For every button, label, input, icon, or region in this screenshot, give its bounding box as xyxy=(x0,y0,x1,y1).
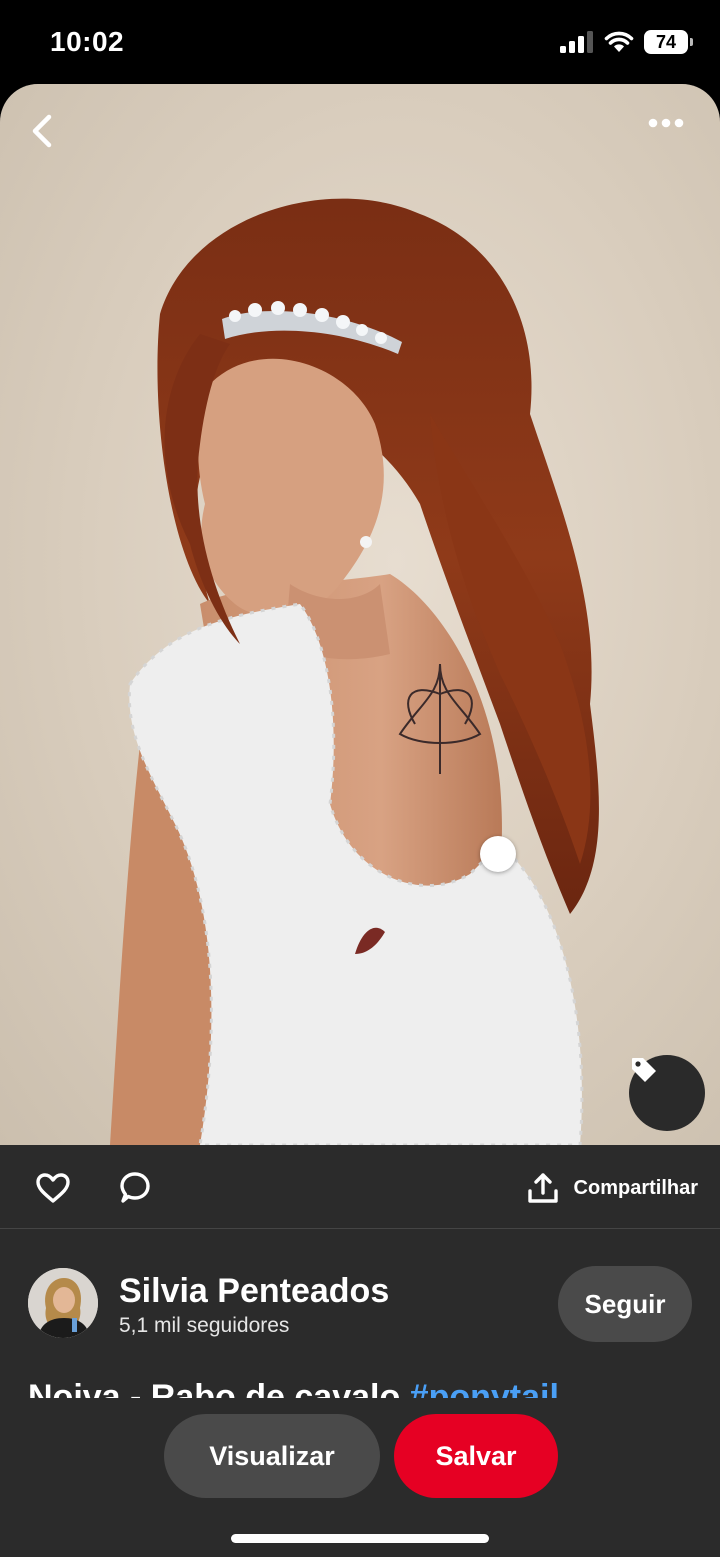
save-button[interactable]: Salvar xyxy=(394,1414,558,1498)
comment-button[interactable] xyxy=(114,1167,156,1209)
pin-description: Noiva - Rabo de cavalo #ponytail xyxy=(28,1374,708,1398)
tag-icon xyxy=(632,1058,656,1082)
signal-icon xyxy=(560,31,593,53)
share-button[interactable]: Compartilhar xyxy=(526,1167,698,1209)
more-options-button[interactable] xyxy=(648,118,692,154)
wifi-icon xyxy=(604,31,634,52)
share-icon xyxy=(527,1173,558,1203)
chevron-left-icon xyxy=(32,114,52,148)
status-bar: 10:02 74 xyxy=(0,0,720,84)
pin-image[interactable] xyxy=(0,84,720,1145)
heart-icon xyxy=(36,1173,70,1203)
home-indicator[interactable] xyxy=(231,1534,489,1543)
follower-count: 5,1 mil seguidores xyxy=(119,1314,290,1337)
view-button[interactable]: Visualizar xyxy=(164,1414,380,1498)
more-horizontal-icon xyxy=(648,118,684,128)
status-time: 10:02 xyxy=(50,26,125,57)
follow-button[interactable]: Seguir xyxy=(558,1266,692,1342)
creator-row: Silvia Penteados 5,1 mil seguidores Segu… xyxy=(0,1264,720,1354)
shop-tag-button[interactable] xyxy=(629,1055,705,1131)
pin-sheet: Compartilhar Silvia Penteados 5,1 mil se… xyxy=(0,84,720,1557)
bottom-bar: Visualizar Salvar xyxy=(0,1400,720,1557)
hashtag-link[interactable]: #ponytail xyxy=(410,1378,559,1398)
avatar[interactable] xyxy=(28,1268,98,1338)
share-label: Compartilhar xyxy=(573,1176,698,1199)
creator-name[interactable]: Silvia Penteados xyxy=(119,1272,389,1311)
photo-illustration xyxy=(110,198,599,1145)
like-button[interactable] xyxy=(32,1167,74,1209)
comment-icon xyxy=(120,1172,150,1203)
description-title: Noiva - Rabo de cavalo xyxy=(28,1378,410,1398)
battery-icon: 74 xyxy=(644,30,693,54)
back-button[interactable] xyxy=(30,114,74,158)
action-row: Compartilhar xyxy=(0,1145,720,1229)
product-hotspot[interactable] xyxy=(480,836,516,872)
description-text: Noiva - Rabo de cavalo #ponytail xyxy=(28,1380,708,1398)
status-indicators: 74 xyxy=(560,30,693,54)
avatar-image xyxy=(28,1268,98,1338)
